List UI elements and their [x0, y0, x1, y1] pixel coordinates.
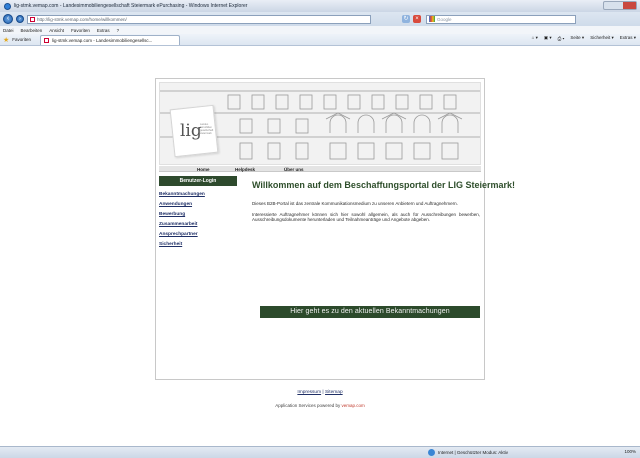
site-footer: Impressum | Sitemap Application Services… — [155, 390, 485, 408]
sidebar-item-anwendungen[interactable]: Anwendungen — [159, 202, 239, 207]
security-zone[interactable]: Internet | Geschützter Modus: Aktiv — [428, 449, 508, 456]
search-placeholder[interactable]: Google — [437, 17, 452, 22]
menu-favoriten[interactable]: Favoriten — [71, 28, 90, 33]
page-icon — [30, 16, 35, 22]
site-nav: Home Helpdesk Über uns — [159, 165, 481, 172]
page-icon — [44, 37, 50, 43]
address-tools: ↻ × — [402, 15, 421, 23]
refresh-icon[interactable]: ↻ — [402, 15, 410, 23]
status-bar: Internet | Geschützter Modus: Aktiv 100% — [0, 446, 640, 458]
sidebar-item-bewerbung[interactable]: Bewerbung — [159, 212, 239, 217]
menu-ansicht[interactable]: Ansicht — [49, 28, 64, 33]
ie-icon — [4, 2, 11, 10]
logo[interactable]: lig — [180, 121, 202, 141]
favorites-label[interactable]: Favoriten — [12, 37, 31, 42]
menu-extras[interactable]: Extras — [97, 28, 110, 33]
print-icon[interactable]: ⎙ ▾ — [558, 36, 565, 41]
cmd-extras[interactable]: Extras ▾ — [620, 35, 636, 41]
stop-icon[interactable]: × — [413, 15, 421, 23]
address-text[interactable]: http://lig-stmk.vemap.com/home/willkomme… — [37, 17, 127, 22]
cmd-sicherheit[interactable]: Sicherheit ▾ — [590, 35, 614, 41]
tab-title[interactable]: lig-stmk.vemap.com - Landesimmobilienges… — [52, 38, 152, 43]
impressum-link[interactable]: Impressum — [297, 390, 321, 395]
address-bar[interactable]: http://lig-stmk.vemap.com/home/willkomme… — [27, 14, 371, 24]
page-viewport: lig Landes immobilien gesellschaft steie… — [0, 46, 640, 446]
login-button[interactable]: Benutzer-Login — [159, 176, 237, 186]
forward-button[interactable]: › — [16, 15, 24, 23]
sidebar-item-bekanntmachungen[interactable]: Bekanntmachungen — [159, 192, 239, 197]
navigation-row: ‹ › http://lig-stmk.vemap.com/home/willk… — [0, 12, 640, 26]
window-controls[interactable] — [603, 1, 637, 10]
sidebar: Benutzer-Login Bekanntmachungen Anwendun… — [159, 176, 239, 247]
footer-links: Impressum | Sitemap — [297, 390, 343, 395]
header-banner: lig Landes immobilien gesellschaft steie… — [159, 82, 481, 165]
page-title: Willkommen auf dem Beschaffungsportal de… — [252, 180, 515, 190]
announcements-button[interactable]: Hier geht es zu den aktuellen Bekanntmac… — [260, 306, 480, 318]
window-title: lig-stmk.vemap.com - Landesimmobilienges… — [14, 3, 248, 9]
menu-datei[interactable]: Datei — [3, 28, 14, 33]
back-button[interactable]: ‹ — [3, 14, 13, 24]
sidebar-item-sicherheit[interactable]: Sicherheit — [159, 242, 239, 247]
nav-helpdesk[interactable]: Helpdesk — [235, 167, 255, 172]
logo-subtitle: Landes immobilien gesellschaft steiermar… — [200, 123, 214, 135]
title-bar: lig-stmk.vemap.com - Landesimmobilienges… — [0, 0, 640, 12]
cmd-seite[interactable]: Seite ▾ — [570, 35, 584, 41]
google-icon — [429, 16, 435, 22]
feeds-icon[interactable]: ▣ ▾ — [544, 35, 552, 41]
menu-bearbeiten[interactable]: Bearbeiten — [21, 28, 43, 33]
vemap-link[interactable]: vemap.com — [342, 403, 365, 408]
sidebar-item-ansprechpartner[interactable]: Ansprechpartner — [159, 232, 239, 237]
browser-window: lig-stmk.vemap.com - Landesimmobilienges… — [0, 0, 640, 458]
star-icon[interactable]: ★ — [3, 36, 9, 44]
nav-ueber-uns[interactable]: Über uns — [284, 167, 304, 172]
search-box[interactable]: Google — [426, 14, 576, 24]
sitemap-link[interactable]: Sitemap — [325, 390, 343, 395]
close-icon[interactable] — [623, 2, 636, 9]
nav-home[interactable]: Home — [197, 167, 210, 172]
main-content: Willkommen auf dem Beschaffungsportal de… — [252, 180, 515, 223]
home-icon[interactable]: ⌂ ▾ — [532, 35, 538, 41]
menu-help[interactable]: ? — [117, 28, 120, 33]
intro-paragraph: Dieses B2B-Portal ist das zentrale Kommu… — [252, 201, 458, 206]
zoom-level[interactable]: 100% — [624, 449, 636, 454]
site-container: lig Landes immobilien gesellschaft steie… — [155, 78, 515, 380]
sidebar-item-zusammenarbeit[interactable]: Zusammenarbeit — [159, 222, 239, 227]
command-bar: ⌂ ▾ ▣ ▾ ⎙ ▾ Seite ▾ Sicherheit ▾ Extras … — [532, 35, 636, 41]
powered-by: Application Services powered by vemap.co… — [155, 403, 485, 408]
powered-prefix: Application Services powered by — [275, 403, 341, 408]
menu-bar: Datei Bearbeiten Ansicht Favoriten Extra… — [0, 26, 640, 34]
browser-tab[interactable]: lig-stmk.vemap.com - Landesimmobilienges… — [40, 34, 181, 45]
zone-text: Internet | Geschützter Modus: Aktiv — [438, 450, 508, 455]
globe-icon — [428, 449, 435, 456]
info-paragraph: Interessierte Auftragnehmer können sich … — [252, 211, 480, 223]
